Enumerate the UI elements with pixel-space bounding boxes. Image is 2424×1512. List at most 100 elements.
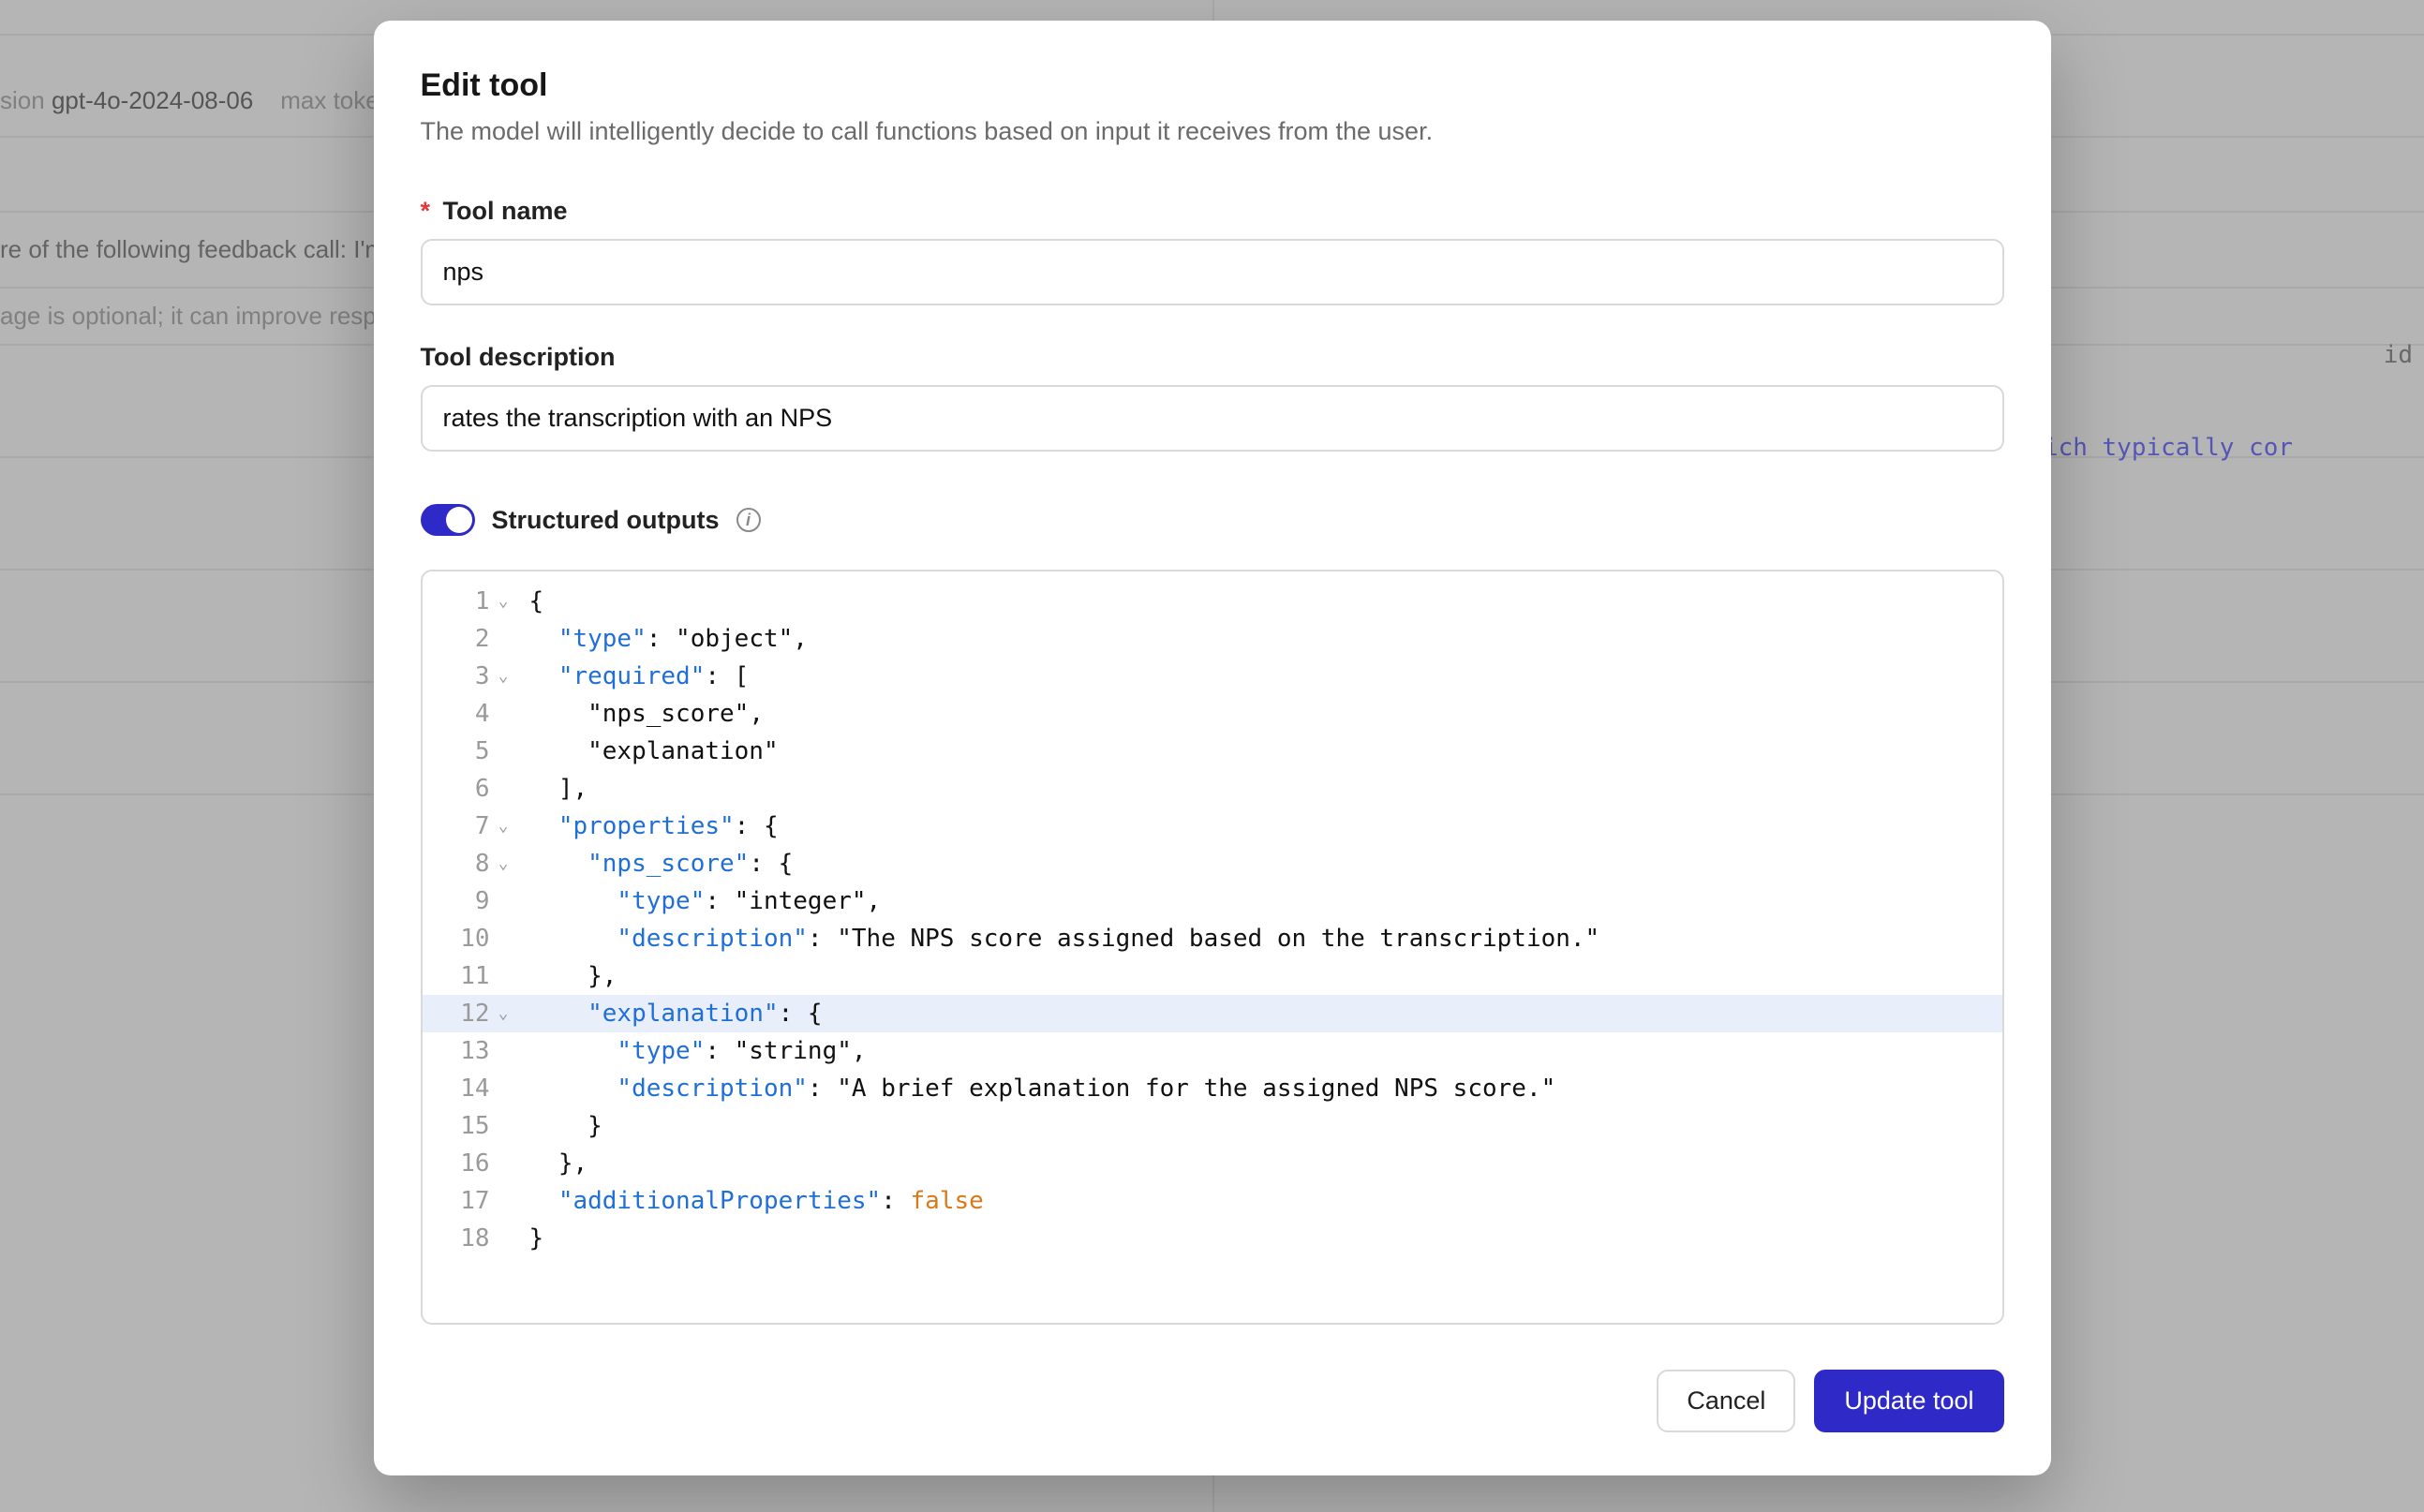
tool-name-label: * Tool name [421,197,2004,226]
editor-code[interactable]: }, [516,957,617,995]
fold-chevron-icon[interactable]: ⌄ [496,658,509,695]
token-key: "type" [558,625,647,653]
editor-gutter: 8⌄ [423,845,516,882]
editor-code[interactable]: } [516,1107,602,1145]
token-key: "additionalProperties" [558,1187,881,1215]
editor-code[interactable]: }, [516,1145,588,1182]
edit-tool-modal: Edit tool The model will intelligently d… [374,21,2051,1475]
editor-line[interactable]: 9 "type": "integer", [423,882,2002,920]
tool-description-label: Tool description [421,343,2004,372]
token-key: "nps_score" [587,850,749,878]
editor-code[interactable]: "required": [ [516,658,750,695]
editor-gutter: 16 [423,1145,516,1182]
token-punc: } [529,1224,544,1253]
editor-line[interactable]: 14 "description": "A brief explanation f… [423,1070,2002,1107]
editor-code[interactable]: "properties": { [516,808,779,845]
structured-outputs-toggle[interactable] [421,504,475,536]
editor-line[interactable]: 13 "type": "string", [423,1032,2002,1070]
editor-line[interactable]: 15 } [423,1107,2002,1145]
line-number: 6 [475,770,490,808]
editor-gutter: 5 [423,733,516,770]
editor-code[interactable]: "type": "integer", [516,882,882,920]
editor-code[interactable]: "additionalProperties": false [516,1182,984,1220]
line-number: 17 [460,1182,489,1220]
modal-overlay: Edit tool The model will intelligently d… [0,0,2424,1512]
token-str: "string" [735,1037,852,1065]
editor-line[interactable]: 10 "description": "The NPS score assigne… [423,920,2002,957]
editor-gutter: 13 [423,1032,516,1070]
modal-title: Edit tool [421,67,2004,104]
line-number: 15 [460,1107,489,1145]
line-number: 3 [475,658,490,695]
editor-code[interactable]: "type": "object", [516,620,808,658]
token-key: "description" [617,925,808,953]
fold-chevron-icon[interactable]: ⌄ [496,808,509,845]
editor-gutter: 10 [423,920,516,957]
editor-gutter: 3⌄ [423,658,516,695]
editor-line[interactable]: 3⌄ "required": [ [423,658,2002,695]
editor-line[interactable]: 18} [423,1220,2002,1257]
editor-line[interactable]: 7⌄ "properties": { [423,808,2002,845]
cancel-button[interactable]: Cancel [1657,1370,1795,1432]
fold-chevron-icon[interactable]: ⌄ [496,995,509,1032]
tool-name-label-text: Tool name [443,197,568,225]
token-punc: : [647,625,676,653]
fold-chevron-icon[interactable]: ⌄ [496,845,509,882]
token-punc: : { [735,812,779,840]
editor-gutter: 14 [423,1070,516,1107]
token-punc: : { [749,850,793,878]
update-tool-button[interactable]: Update tool [1814,1370,2003,1432]
token-key: "explanation" [587,1000,779,1028]
editor-code[interactable]: "nps_score": { [516,845,794,882]
editor-line[interactable]: 16 }, [423,1145,2002,1182]
editor-gutter: 4 [423,695,516,733]
token-str: "integer" [735,887,867,915]
modal-subtitle: The model will intelligently decide to c… [421,117,2004,146]
editor-code[interactable]: } [516,1220,544,1257]
editor-code[interactable]: "explanation" [516,733,779,770]
token-key: "type" [617,1037,705,1065]
token-punc: }, [587,962,617,990]
editor-gutter: 7⌄ [423,808,516,845]
token-punc: , [867,887,882,915]
editor-code[interactable]: { [516,583,544,620]
editor-line[interactable]: 12⌄ "explanation": { [423,995,2002,1032]
line-number: 5 [475,733,490,770]
editor-line[interactable]: 4 "nps_score", [423,695,2002,733]
token-str: "object" [676,625,793,653]
token-punc: : { [779,1000,823,1028]
editor-code[interactable]: "nps_score", [516,695,764,733]
editor-code[interactable]: "type": "string", [516,1032,867,1070]
tool-description-input[interactable] [421,385,2004,452]
editor-line[interactable]: 11 }, [423,957,2002,995]
line-number: 8 [475,845,490,882]
line-number: 13 [460,1032,489,1070]
json-schema-editor[interactable]: 1⌄{2 "type": "object",3⌄ "required": [4 … [421,570,2004,1325]
token-punc: } [587,1112,602,1140]
fold-chevron-icon[interactable]: ⌄ [496,583,509,620]
editor-code[interactable]: "explanation": { [516,995,823,1032]
token-str: "nps_score" [587,700,749,728]
token-punc: : [705,887,734,915]
editor-code[interactable]: "description": "The NPS score assigned b… [516,920,1600,957]
toggle-knob [446,507,472,533]
structured-outputs-label: Structured outputs [492,506,720,535]
token-key: "required" [558,662,706,690]
token-key: "type" [617,887,705,915]
editor-line[interactable]: 1⌄{ [423,583,2002,620]
editor-line[interactable]: 6 ], [423,770,2002,808]
line-number: 10 [460,920,489,957]
token-punc: : [ [705,662,749,690]
editor-code[interactable]: "description": "A brief explanation for … [516,1070,1556,1107]
line-number: 12 [460,995,489,1032]
editor-code[interactable]: ], [516,770,588,808]
editor-line[interactable]: 2 "type": "object", [423,620,2002,658]
editor-line[interactable]: 5 "explanation" [423,733,2002,770]
tool-name-input[interactable] [421,239,2004,305]
editor-line[interactable]: 17 "additionalProperties": false [423,1182,2002,1220]
line-number: 2 [475,620,490,658]
token-punc: }, [558,1149,587,1178]
editor-gutter: 9 [423,882,516,920]
editor-line[interactable]: 8⌄ "nps_score": { [423,845,2002,882]
info-icon[interactable]: i [736,508,761,532]
